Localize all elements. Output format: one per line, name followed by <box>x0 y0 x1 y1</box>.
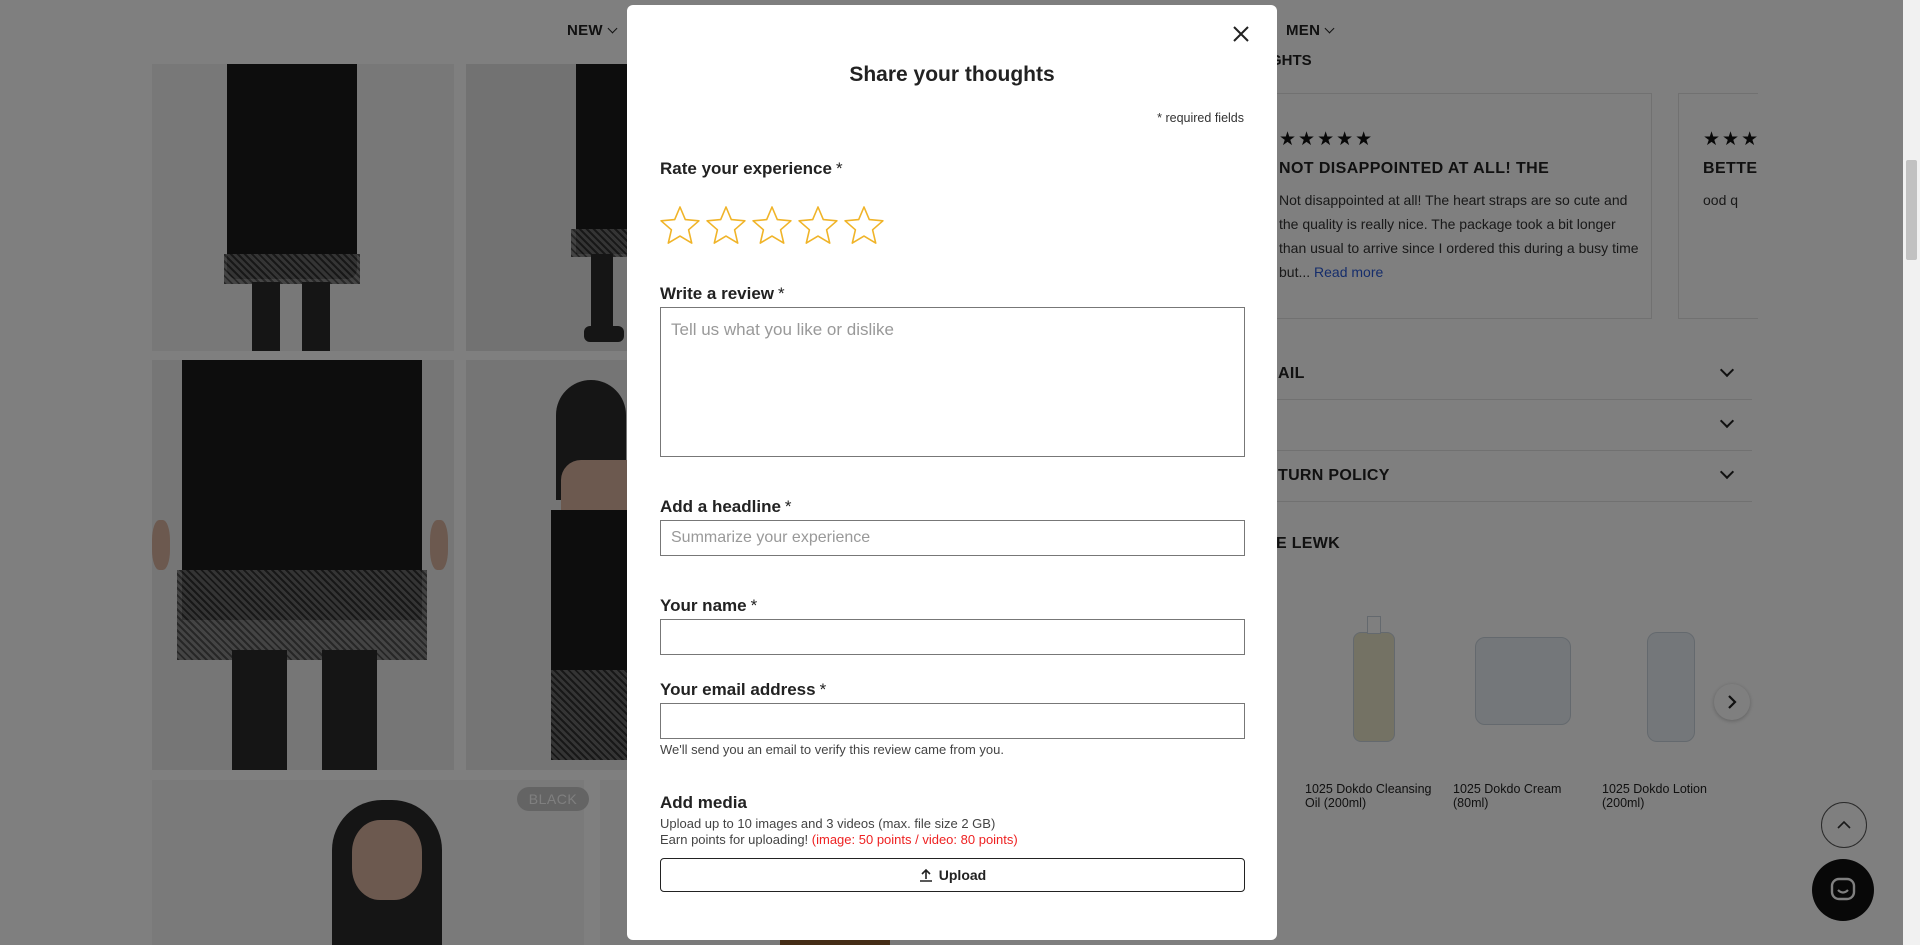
review-label-text: Write a review <box>660 284 775 303</box>
email-label-text: Your email address <box>660 680 816 699</box>
name-label-text: Your name <box>660 596 747 615</box>
points-prefix: Earn points for uploading! <box>660 832 809 847</box>
media-label: Add media <box>660 793 747 812</box>
email-label: Your email address * <box>660 680 826 700</box>
close-button[interactable] <box>1228 21 1254 47</box>
required-mark: * <box>819 680 827 699</box>
star-icon[interactable] <box>844 205 884 245</box>
required-mark: * <box>750 596 758 615</box>
required-mark: * <box>835 159 843 178</box>
name-label: Your name * <box>660 596 757 616</box>
page-scrollbar[interactable] <box>1903 0 1920 945</box>
star-icon[interactable] <box>798 205 838 245</box>
email-input[interactable] <box>660 703 1245 739</box>
write-review-modal: Share your thoughts * required fields Ra… <box>627 5 1277 940</box>
email-helper-text: We'll send you an email to verify this r… <box>660 742 1004 757</box>
upload-button[interactable]: Upload <box>660 858 1245 892</box>
headline-input[interactable] <box>660 520 1245 556</box>
required-fields-note: * required fields <box>1157 111 1244 125</box>
headline-label-text: Add a headline <box>660 497 781 516</box>
name-input[interactable] <box>660 619 1245 655</box>
review-label: Write a review * <box>660 284 785 304</box>
star-icon[interactable] <box>660 205 700 245</box>
required-mark: * <box>778 284 785 303</box>
scrollbar-thumb[interactable] <box>1906 160 1917 260</box>
rating-label-text: Rate your experience <box>660 159 832 178</box>
required-mark: * <box>784 497 792 516</box>
rating-label: Rate your experience * <box>660 159 843 179</box>
upload-icon <box>919 868 932 882</box>
review-textarea[interactable] <box>660 307 1245 457</box>
star-icon[interactable] <box>752 205 792 245</box>
close-icon <box>1233 26 1249 42</box>
media-limits-text: Upload up to 10 images and 3 videos (max… <box>660 816 996 831</box>
star-icon[interactable] <box>706 205 746 245</box>
modal-title: Share your thoughts <box>849 63 1055 86</box>
points-detail: (image: 50 points / video: 80 points) <box>811 832 1018 847</box>
media-points-text: Earn points for uploading! (image: 50 po… <box>660 832 1018 847</box>
upload-button-label: Upload <box>938 867 987 883</box>
headline-label: Add a headline * <box>660 497 792 517</box>
